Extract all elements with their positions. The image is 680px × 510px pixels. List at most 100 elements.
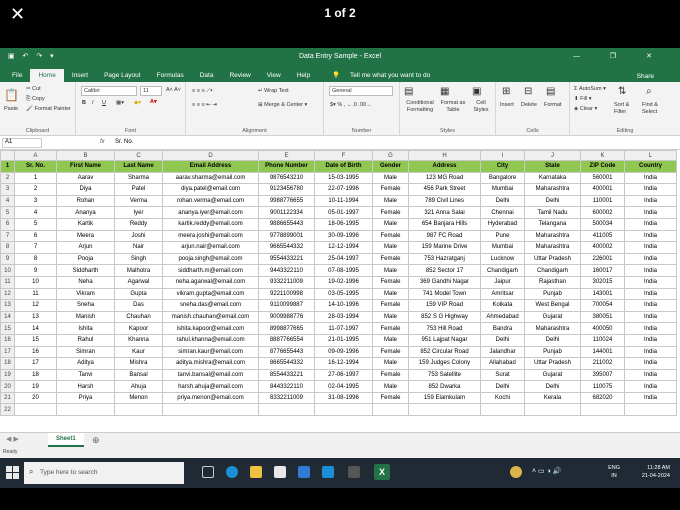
cell[interactable]: Ishita xyxy=(56,322,115,335)
cell[interactable]: Tanvi xyxy=(56,368,115,382)
cell[interactable]: 14-10-1996 xyxy=(314,299,373,312)
cell[interactable]: Female xyxy=(372,275,409,289)
cell[interactable]: Female xyxy=(372,299,409,312)
fx-icon[interactable]: fx xyxy=(100,139,105,145)
formula-input[interactable]: Sr. No. xyxy=(115,139,133,145)
cell[interactable]: Kartik xyxy=(56,217,115,231)
tab-insert[interactable]: Insert xyxy=(64,69,96,82)
row-number[interactable]: 5 xyxy=(0,206,15,219)
cell[interactable]: tanvi.bansal@email.com xyxy=(162,368,259,382)
cell[interactable]: Male xyxy=(372,380,409,393)
row-number[interactable]: 20 xyxy=(0,380,15,393)
cell[interactable]: 15-03-1995 xyxy=(314,171,373,185)
borders-icon[interactable]: ▦▾ xyxy=(116,100,124,106)
delete-cells-icon[interactable]: ⊟ xyxy=(524,86,532,97)
cell[interactable]: 852 Dwarka xyxy=(408,380,481,393)
cell[interactable]: Male xyxy=(372,241,409,254)
tab-data[interactable]: Data xyxy=(192,69,222,82)
cell[interactable]: 18 xyxy=(14,368,57,382)
tab-view[interactable]: View xyxy=(259,69,289,82)
tab-help[interactable]: Help xyxy=(289,69,318,82)
cell[interactable]: 159 Judges Colony xyxy=(408,357,481,370)
cell[interactable]: 16-12-1994 xyxy=(314,357,373,370)
row-number[interactable]: 2 xyxy=(0,171,15,185)
cell[interactable]: 10 xyxy=(14,275,57,289)
paste-button[interactable]: Paste xyxy=(4,106,18,112)
sort-filter-button[interactable]: Sort & Filter xyxy=(614,102,640,116)
cell[interactable]: rahul.khanna@email.com xyxy=(162,333,259,347)
cell[interactable]: Kochi xyxy=(480,391,525,405)
cell[interactable]: Patel xyxy=(114,183,163,196)
cell[interactable]: 500034 xyxy=(580,217,625,231)
cell[interactable]: 159 VIP Road xyxy=(408,299,481,312)
row-number[interactable]: 3 xyxy=(0,183,15,196)
cell[interactable] xyxy=(258,403,315,417)
cell[interactable]: 987 FC Road xyxy=(408,229,481,243)
italic-button[interactable]: I xyxy=(92,100,94,106)
cell[interactable]: Iyer xyxy=(114,206,163,219)
row-number[interactable]: 10 xyxy=(0,264,15,277)
cell[interactable]: 17 xyxy=(14,357,57,370)
font-grow-icon[interactable]: A˄ A˅ xyxy=(166,87,181,93)
cell[interactable]: 159 Elamkulam xyxy=(408,391,481,405)
cell-styles-icon[interactable]: ▣ xyxy=(472,86,481,97)
taskbar-search-box[interactable]: ⌕ Type here to search xyxy=(24,462,184,484)
cell[interactable]: 9123456780 xyxy=(258,183,315,196)
mail-icon[interactable] xyxy=(298,466,310,478)
cell[interactable]: 5 xyxy=(14,217,57,231)
copy-button[interactable]: ⎘ Copy xyxy=(26,96,45,103)
cell[interactable]: Delhi xyxy=(480,333,525,347)
photos-icon[interactable] xyxy=(322,466,334,478)
row-number[interactable]: 11 xyxy=(0,275,15,289)
format-painter-button[interactable]: 🖌 Format Painter xyxy=(26,106,71,112)
cell[interactable]: Gujarat xyxy=(524,368,581,382)
cell[interactable]: Aarav xyxy=(56,171,115,185)
cell[interactable]: 741 Model Town xyxy=(408,287,481,301)
cell[interactable]: Malhotra xyxy=(114,264,163,277)
cell[interactable]: Chennai xyxy=(480,206,525,219)
cell[interactable]: Male xyxy=(372,357,409,370)
fill-color-icon[interactable]: ◆▾ xyxy=(134,100,141,106)
cell[interactable]: Mumbai xyxy=(480,241,525,254)
cell[interactable]: First Name xyxy=(56,160,115,173)
cell[interactable]: aarav.sharma@email.com xyxy=(162,171,259,185)
cell[interactable]: 9443322110 xyxy=(258,264,315,277)
tab-formulas[interactable]: Formulas xyxy=(149,69,192,82)
cell[interactable]: 14 xyxy=(14,322,57,335)
cell[interactable]: 9 xyxy=(14,264,57,277)
cell[interactable]: Siddharth xyxy=(56,264,115,277)
column-header[interactable]: L xyxy=(624,150,677,161)
horizontal-align-icons[interactable]: ≡ ≡ ≡ ⇤ ⇥ xyxy=(192,102,217,108)
cell[interactable]: 1 xyxy=(14,171,57,185)
system-tray-icons[interactable]: ˄ ▭ ◑ 🔊 xyxy=(532,467,561,475)
cell[interactable]: 20 xyxy=(14,391,57,405)
cell[interactable]: Female xyxy=(372,322,409,335)
fill-button[interactable]: ⬇ Fill ▾ xyxy=(574,96,591,102)
clear-button[interactable]: ◈ Clear ▾ xyxy=(574,106,597,112)
merge-center-button[interactable]: ⊞ Merge & Center ▾ xyxy=(258,102,307,108)
app-icon[interactable] xyxy=(348,466,360,478)
cell[interactable]: Punjab xyxy=(524,287,581,301)
cell[interactable]: 3 xyxy=(14,194,57,208)
cell[interactable]: India xyxy=(624,333,677,347)
cell[interactable]: 226001 xyxy=(580,252,625,266)
cell[interactable] xyxy=(408,403,481,417)
tab-review[interactable]: Review xyxy=(221,69,258,82)
cell[interactable]: Jalandhar xyxy=(480,345,525,359)
cell[interactable]: Meera xyxy=(56,229,115,243)
cell[interactable]: 400002 xyxy=(580,241,625,254)
cell[interactable]: 159 Marine Drive xyxy=(408,241,481,254)
cell[interactable]: 9554433221 xyxy=(258,252,315,266)
cell[interactable]: 8554433221 xyxy=(258,368,315,382)
cell[interactable]: 380051 xyxy=(580,310,625,324)
cell[interactable]: Reddy xyxy=(114,217,163,231)
cell[interactable]: Das xyxy=(114,299,163,312)
file-explorer-icon[interactable] xyxy=(250,466,262,478)
cell[interactable]: Kaur xyxy=(114,345,163,359)
cell[interactable]: 25-04-1997 xyxy=(314,252,373,266)
cell[interactable]: ananya.iyer@email.com xyxy=(162,206,259,219)
cell[interactable]: 9009988776 xyxy=(258,310,315,324)
cell[interactable]: arjun.nair@email.com xyxy=(162,241,259,254)
cell[interactable]: Pune xyxy=(480,229,525,243)
cell[interactable]: 10-11-1994 xyxy=(314,194,373,208)
